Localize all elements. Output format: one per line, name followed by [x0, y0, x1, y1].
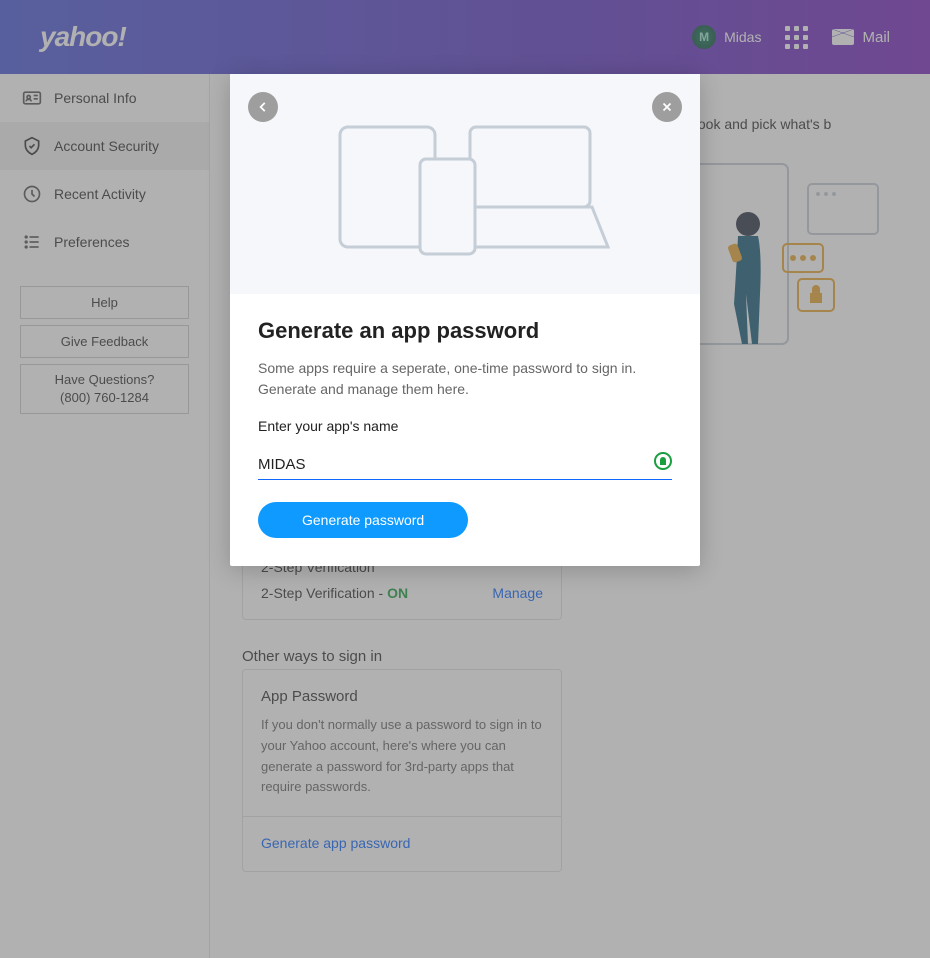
- modal-header: [230, 74, 700, 294]
- generate-app-password-modal: Generate an app password Some apps requi…: [230, 74, 700, 566]
- chevron-left-icon: [256, 100, 270, 114]
- modal-title: Generate an app password: [258, 318, 672, 344]
- modal-description: Some apps require a seperate, one-time p…: [258, 358, 672, 400]
- close-button[interactable]: [652, 92, 682, 122]
- input-wrap: [258, 450, 672, 480]
- devices-illustration: [320, 109, 610, 259]
- input-label: Enter your app's name: [258, 418, 672, 434]
- close-icon: [660, 100, 674, 114]
- password-manager-icon[interactable]: [654, 452, 672, 470]
- back-button[interactable]: [248, 92, 278, 122]
- modal-body: Generate an app password Some apps requi…: [230, 294, 700, 566]
- generate-password-button[interactable]: Generate password: [258, 502, 468, 538]
- app-name-input[interactable]: [258, 450, 672, 480]
